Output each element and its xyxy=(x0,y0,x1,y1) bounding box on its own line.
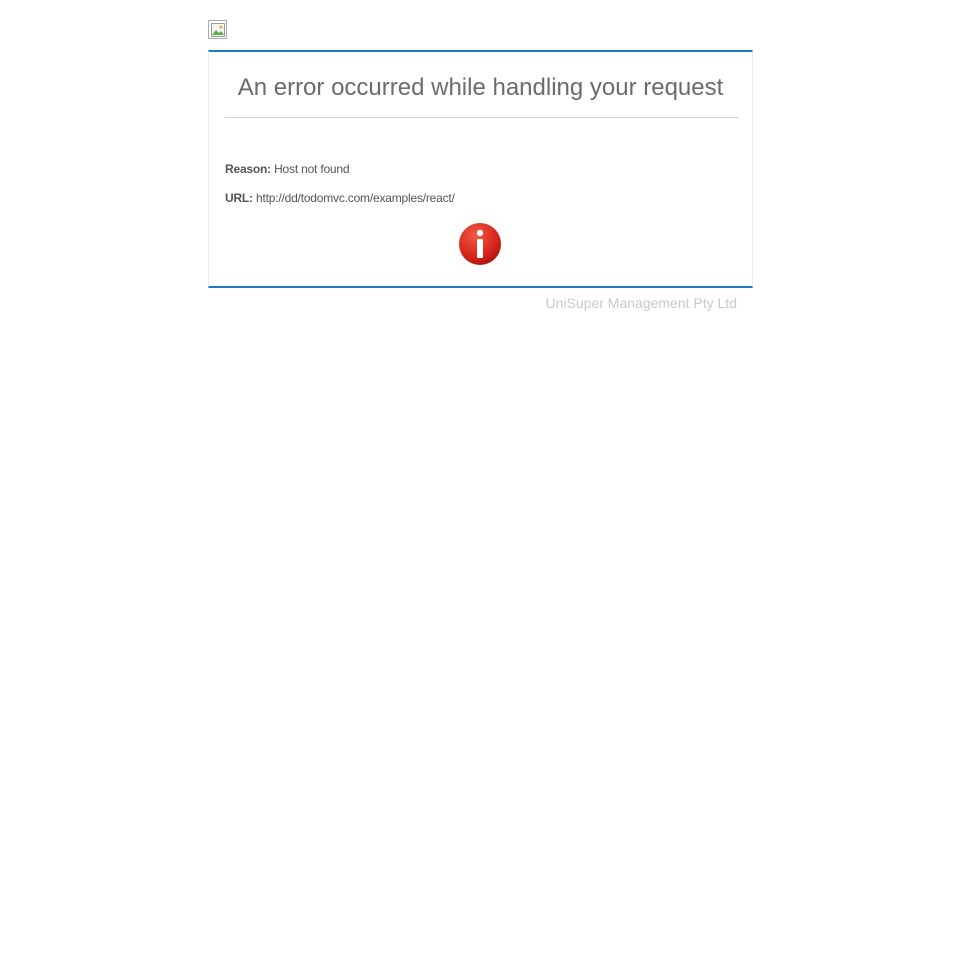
info-icon xyxy=(459,223,501,265)
title-divider xyxy=(225,117,738,118)
url-line: URL: http://dd/todomvc.com/examples/reac… xyxy=(225,191,455,205)
reason-line: Reason: Host not found xyxy=(225,162,350,176)
footer-company: UniSuper Management Pty Ltd xyxy=(545,295,737,311)
error-page: An error occurred while handling your re… xyxy=(208,20,753,311)
broken-image-icon xyxy=(208,20,227,39)
reason-label: Reason: xyxy=(225,162,271,176)
error-card: An error occurred while handling your re… xyxy=(208,50,753,288)
reason-value: Host not found xyxy=(274,162,350,176)
page-title: An error occurred while handling your re… xyxy=(237,74,724,101)
url-label: URL: xyxy=(225,191,253,205)
url-value: http://dd/todomvc.com/examples/react/ xyxy=(256,191,455,205)
